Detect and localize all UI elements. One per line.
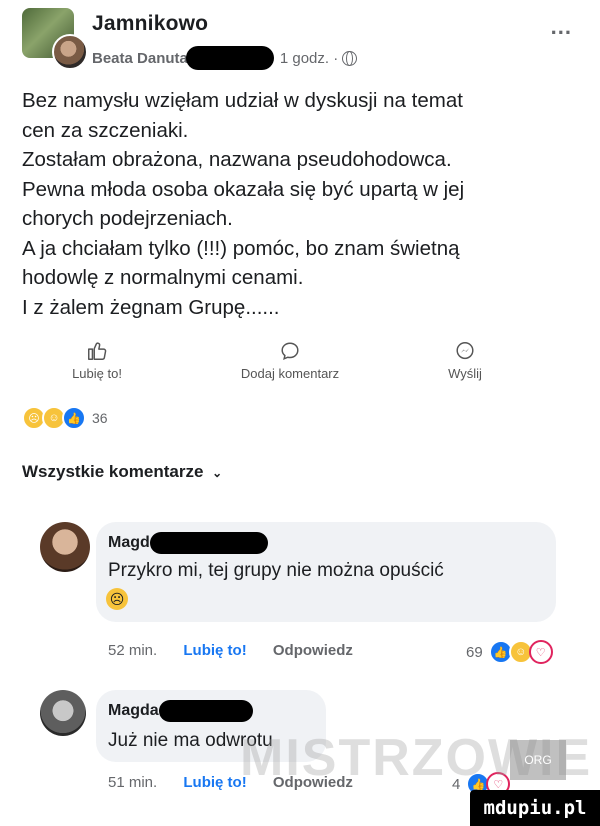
post-time[interactable]: 1 godz. · bbox=[280, 50, 338, 67]
comment-reactions[interactable]: 69 👍 ☺ ♡ bbox=[466, 640, 553, 664]
comment-time[interactable]: 52 min. bbox=[108, 642, 157, 659]
like-button[interactable]: Lubię to! bbox=[52, 340, 142, 381]
comment-author[interactable]: Magd bbox=[108, 532, 268, 554]
watermark-badge: ORG bbox=[510, 740, 566, 780]
comment-button[interactable]: Dodaj komentarz bbox=[200, 340, 380, 381]
post-line: Pewna młoda osoba okazała się być upartą… bbox=[22, 177, 465, 201]
comment-like-button[interactable]: Lubię to! bbox=[183, 642, 246, 659]
author-name[interactable]: Beata Danuta bbox=[92, 50, 188, 67]
comment-time[interactable]: 51 min. bbox=[108, 774, 157, 791]
sad-emoji-icon: ☹ bbox=[106, 588, 128, 610]
comment-author-name[interactable]: Magd bbox=[108, 534, 150, 552]
send-label: Wyślij bbox=[448, 366, 482, 381]
commenter-avatar[interactable] bbox=[40, 690, 86, 736]
all-comments-label: Wszystkie komentarze bbox=[22, 462, 204, 481]
comment-reaction-count: 69 bbox=[466, 643, 483, 661]
post-line: hodowlę z normalnymi cenami. bbox=[22, 266, 304, 289]
comment-reply-button[interactable]: Odpowiedz bbox=[273, 642, 353, 659]
comment-author-name[interactable]: Magda bbox=[108, 702, 159, 720]
reactions-summary[interactable]: ☹ ☺ 👍 36 bbox=[22, 406, 108, 430]
group-name[interactable]: Jamnikowo bbox=[92, 12, 208, 36]
post-line: Zostałam obrażona, nazwana pseudohodowca… bbox=[22, 148, 452, 171]
post-meta: Beata Danuta 1 godz. · bbox=[92, 46, 358, 70]
like-label: Lubię to! bbox=[72, 366, 122, 381]
comment-text: Przykro mi, tej grupy nie można opuścić bbox=[108, 560, 444, 581]
comment-icon bbox=[281, 342, 299, 361]
comment-like-button[interactable]: Lubię to! bbox=[183, 774, 246, 791]
more-options-icon[interactable]: ... bbox=[551, 14, 572, 40]
redaction-bar bbox=[185, 46, 274, 70]
messenger-icon bbox=[456, 342, 474, 360]
author-avatar[interactable] bbox=[52, 34, 88, 70]
comment-label: Dodaj komentarz bbox=[240, 366, 340, 381]
post-line: A ja chciałam tylko (!!!) pomóc, bo znam… bbox=[22, 236, 460, 260]
send-button[interactable]: Wyślij bbox=[430, 340, 500, 381]
post-line: I z żalem żegnam Grupę...... bbox=[22, 295, 280, 319]
care-reaction-icon: ♡ bbox=[528, 640, 553, 664]
comment-author[interactable]: Magda bbox=[108, 700, 253, 722]
like-reaction-icon: 👍 bbox=[62, 406, 86, 430]
globe-icon bbox=[342, 50, 358, 66]
group-avatar-stack[interactable] bbox=[22, 8, 88, 70]
comment-meta: 52 min. Lubię to! Odpowiedz bbox=[108, 642, 353, 659]
reaction-count: 36 bbox=[92, 410, 108, 426]
post-line: Bez namysłu wzięłam udział w dyskusji na… bbox=[22, 89, 463, 112]
thumbs-up-icon bbox=[88, 342, 107, 360]
post-line: cen za szczeniaki. bbox=[22, 118, 189, 142]
commenter-avatar[interactable] bbox=[40, 522, 90, 572]
post-text: Bez namysłu wzięłam udział w dyskusji na… bbox=[22, 86, 582, 322]
chevron-down-icon: ⌄ bbox=[212, 466, 223, 480]
redaction-bar bbox=[149, 532, 268, 554]
all-comments-toggle[interactable]: Wszystkie komentarze ⌄ bbox=[22, 462, 222, 482]
redaction-bar bbox=[158, 700, 253, 722]
post-line: chorych podejrzeniach. bbox=[22, 207, 233, 230]
site-badge: mdupiu.pl bbox=[470, 790, 600, 826]
